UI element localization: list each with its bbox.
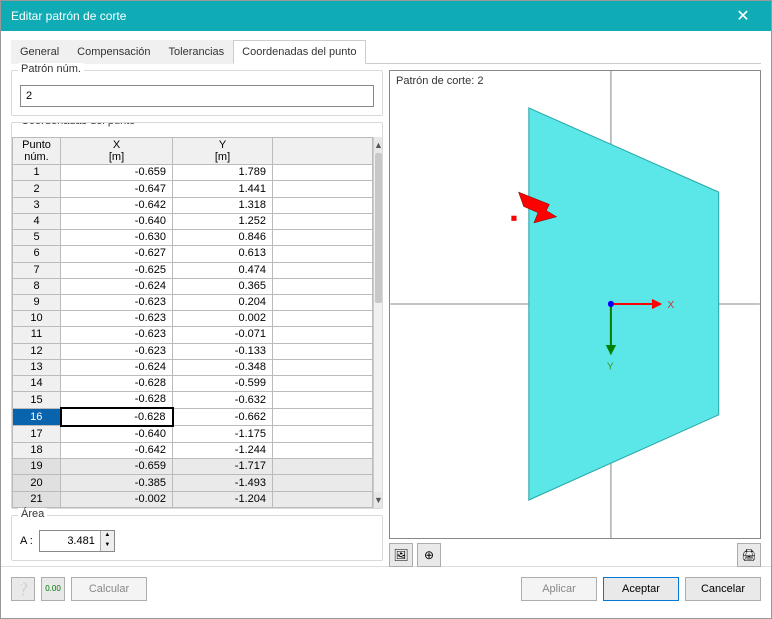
area-label: Área xyxy=(18,508,47,520)
patron-num-label: Patrón núm. xyxy=(18,63,84,75)
pattern-viewport[interactable]: Patrón de corte: 2 X Y xyxy=(389,70,761,539)
axis-y-label: Y xyxy=(607,362,614,373)
group-coordenadas: Coordenadas del punto Puntonúm. X[m] Y[m… xyxy=(11,122,383,509)
table-row[interactable]: 9-0.6230.204 xyxy=(13,294,373,310)
table-scrollbar[interactable]: ▲ ▼ xyxy=(373,137,382,508)
table-row[interactable]: 10-0.6230.002 xyxy=(13,311,373,327)
tab-coordenadas[interactable]: Coordenadas del punto xyxy=(233,40,365,64)
table-row[interactable]: 1-0.6591.789 xyxy=(13,165,373,181)
patron-num-input[interactable] xyxy=(20,85,374,107)
hdr-y: Y[m] xyxy=(173,138,273,165)
close-icon[interactable]: ✕ xyxy=(723,6,763,26)
viewport-btn-print-icon[interactable]: 🖨 xyxy=(737,543,761,567)
group-patron-num: Patrón núm. xyxy=(11,70,383,116)
table-row[interactable]: 11-0.623-0.071 xyxy=(13,327,373,343)
table-row[interactable]: 17-0.640-1.175 xyxy=(13,426,373,443)
area-value-input[interactable] xyxy=(40,535,100,547)
table-row[interactable]: 19-0.659-1.717 xyxy=(13,459,373,475)
scroll-down-icon[interactable]: ▼ xyxy=(374,492,382,508)
help-icon[interactable]: ❔ xyxy=(11,577,35,601)
calcular-button[interactable]: Calcular xyxy=(71,577,147,601)
table-row[interactable]: 18-0.642-1.244 xyxy=(13,442,373,458)
table-row[interactable]: 15-0.628-0.632 xyxy=(13,392,373,409)
area-a-label: A : xyxy=(20,535,33,547)
hdr-x: X[m] xyxy=(61,138,173,165)
tab-compensacion[interactable]: Compensación xyxy=(68,40,159,64)
tab-general[interactable]: General xyxy=(11,40,68,64)
scroll-up-icon[interactable]: ▲ xyxy=(374,137,382,153)
units-icon[interactable]: 0.00 xyxy=(41,577,65,601)
axis-x-label: X xyxy=(667,300,674,311)
footer-bar: ❔ 0.00 Calcular Aplicar Aceptar Cancelar xyxy=(1,566,771,610)
tab-bar: General Compensación Tolerancias Coorden… xyxy=(11,39,761,64)
hdr-punto: Puntonúm. xyxy=(13,138,61,165)
table-row[interactable]: 5-0.6300.846 xyxy=(13,230,373,246)
table-row[interactable]: 3-0.6421.318 xyxy=(13,197,373,213)
scroll-thumb[interactable] xyxy=(375,153,382,303)
spin-down-icon[interactable]: ▼ xyxy=(100,541,114,551)
table-row[interactable]: 14-0.628-0.599 xyxy=(13,376,373,392)
table-row[interactable]: 13-0.624-0.348 xyxy=(13,359,373,375)
aceptar-button[interactable]: Aceptar xyxy=(603,577,679,601)
coordenadas-label: Coordenadas del punto xyxy=(18,122,138,127)
table-row[interactable]: 21-0.002-1.204 xyxy=(13,491,373,507)
viewport-btn-2-icon[interactable]: ⊕ xyxy=(417,543,441,567)
window-title: Editar patrón de corte xyxy=(11,9,723,23)
group-area: Área A : ▲ ▼ xyxy=(11,515,383,561)
table-row[interactable]: 2-0.6471.441 xyxy=(13,181,373,197)
content-area: General Compensación Tolerancias Coorden… xyxy=(1,31,771,566)
spin-up-icon[interactable]: ▲ xyxy=(100,531,114,541)
viewport-title: Patrón de corte: 2 xyxy=(396,75,483,87)
table-row[interactable]: 16-0.628-0.662 xyxy=(13,408,373,425)
coord-table[interactable]: Puntonúm. X[m] Y[m] 1-0.6591.7892-0.6471… xyxy=(12,137,373,508)
table-row[interactable]: 20-0.385-1.493 xyxy=(13,475,373,491)
table-row[interactable]: 8-0.6240.365 xyxy=(13,278,373,294)
hdr-empty xyxy=(273,138,373,165)
aplicar-button[interactable]: Aplicar xyxy=(521,577,597,601)
table-row[interactable]: 6-0.6270.613 xyxy=(13,246,373,262)
area-spinner[interactable]: ▲ ▼ xyxy=(39,530,115,552)
tab-tolerancias[interactable]: Tolerancias xyxy=(160,40,234,64)
viewport-btn-1-icon[interactable]: 🖼 xyxy=(389,543,413,567)
table-row[interactable]: 12-0.623-0.133 xyxy=(13,343,373,359)
title-bar: Editar patrón de corte ✕ xyxy=(1,1,771,31)
cancelar-button[interactable]: Cancelar xyxy=(685,577,761,601)
table-row[interactable]: 7-0.6250.474 xyxy=(13,262,373,278)
table-row[interactable]: 4-0.6401.252 xyxy=(13,213,373,229)
